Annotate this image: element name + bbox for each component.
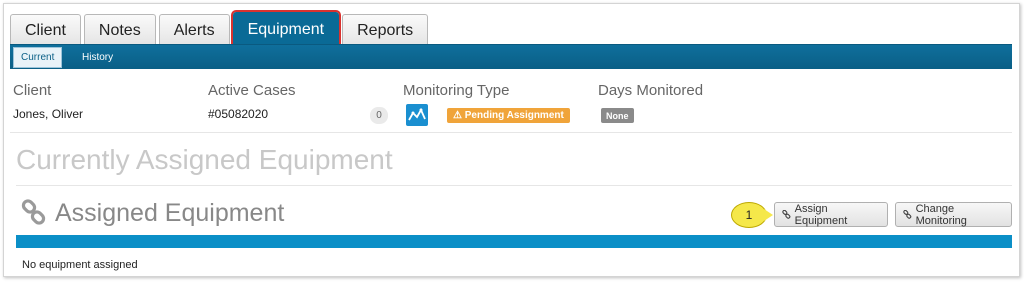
active-cases-label: Active Cases: [208, 82, 296, 99]
subtab-history[interactable]: History: [75, 47, 120, 68]
empty-table-message: No equipment assigned: [22, 259, 138, 271]
sub-navigation-bar: Current History: [10, 44, 1012, 69]
main-tabs: Client Notes Alerts Equipment Reports: [10, 10, 431, 48]
tab-equipment[interactable]: Equipment: [230, 10, 342, 48]
change-monitoring-button[interactable]: Change Monitoring: [895, 202, 1012, 227]
monitoring-graph-icon: [406, 104, 428, 126]
tab-client[interactable]: Client: [10, 14, 81, 46]
tab-reports[interactable]: Reports: [342, 14, 429, 46]
callout-pointer: [764, 209, 773, 221]
case-count-badge: 0: [370, 107, 388, 124]
page-title: Currently Assigned Equipment: [16, 144, 393, 175]
days-monitored-label: Days Monitored: [598, 82, 704, 99]
client-value: Jones, Oliver: [13, 107, 84, 121]
active-cases-value[interactable]: #05082020: [208, 107, 268, 121]
divider: [16, 185, 1012, 186]
assign-equipment-button[interactable]: Assign Equipment: [774, 202, 888, 227]
link-icon: [782, 210, 791, 219]
client-label: Client: [13, 82, 52, 99]
section-title: Assigned Equipment: [55, 199, 285, 227]
tab-notes[interactable]: Notes: [83, 14, 156, 46]
screenshot-frame: Client Notes Alerts Equipment Reports Cu…: [3, 3, 1020, 277]
pending-assignment-badge: ⚠ Pending Assignment: [447, 108, 570, 123]
step-callout: 1: [731, 202, 767, 228]
monitoring-type-label: Monitoring Type: [403, 82, 510, 99]
tab-alerts[interactable]: Alerts: [158, 14, 230, 46]
link-icon: [20, 199, 48, 227]
link-icon: [903, 210, 912, 219]
subtab-current[interactable]: Current: [13, 47, 63, 68]
days-monitored-badge: None: [601, 108, 634, 123]
equipment-table-header: [16, 235, 1012, 248]
assign-equipment-label: Assign Equipment: [794, 202, 848, 227]
divider: [10, 132, 1012, 133]
change-monitoring-label: Change Monitoring: [915, 202, 967, 227]
